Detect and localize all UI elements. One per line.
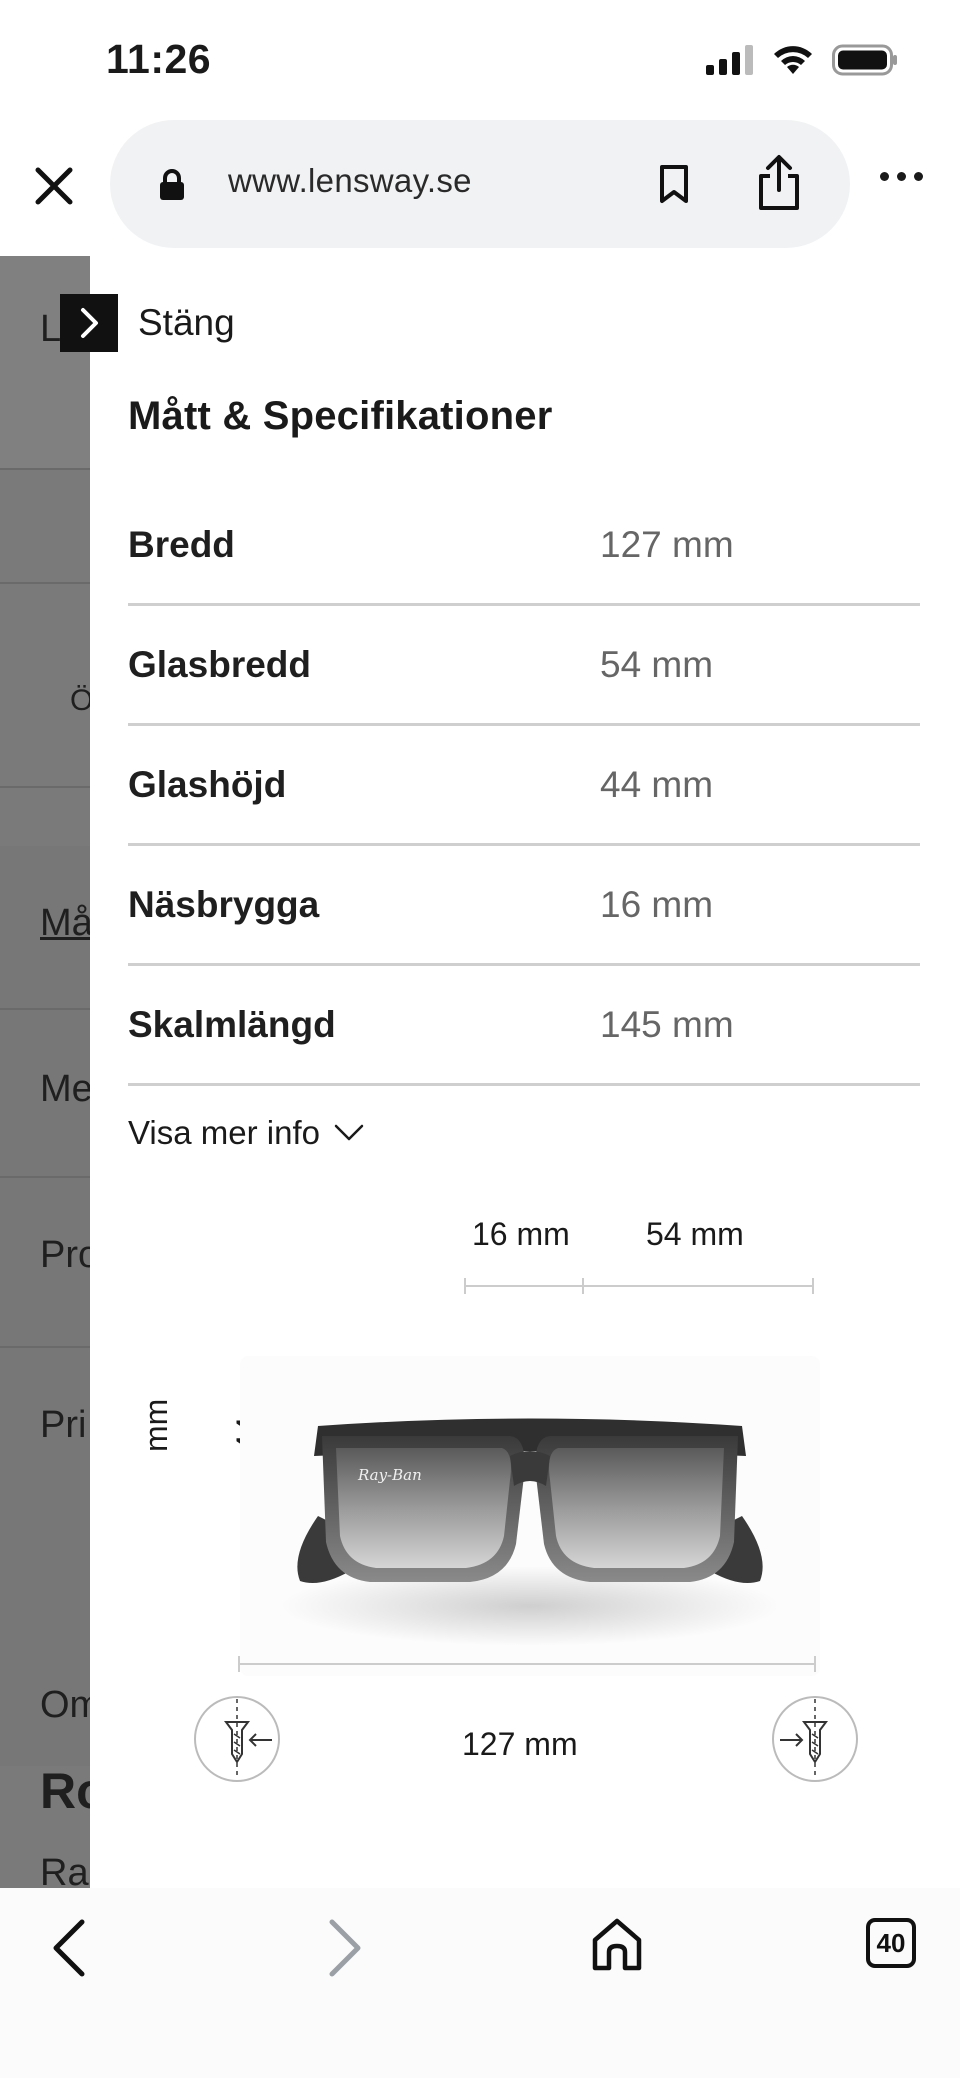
spec-row-lens-width: Glasbredd 54 mm — [128, 606, 920, 726]
spec-value: 16 mm — [600, 884, 714, 925]
page-title: Mått & Specifikationer — [128, 394, 553, 438]
bookmark-icon[interactable] — [658, 164, 690, 204]
overlay-text: Må — [40, 902, 90, 944]
spec-label: Glasbredd — [128, 644, 311, 685]
spec-label: Bredd — [128, 524, 235, 565]
browser-bar: www.lensway.se — [0, 120, 960, 256]
spec-table: Bredd 127 mm Glasbredd 54 mm Glashöjd 44… — [128, 486, 920, 1086]
sunglasses-image: Ray-Ban — [240, 1356, 820, 1676]
overlay-text: Ra — [40, 1852, 89, 1888]
drawer-close-button[interactable] — [60, 294, 118, 352]
status-icons — [706, 44, 898, 76]
bridge-dimension-label: 16 mm — [472, 1216, 570, 1252]
overlay-divider — [0, 468, 90, 470]
show-more-info-button[interactable]: Visa mer info — [128, 1114, 364, 1152]
overlay-divider — [0, 1176, 90, 1178]
show-more-info-label: Visa mer info — [128, 1114, 320, 1151]
overlay-text: Pro — [40, 1234, 90, 1276]
chevron-down-icon — [334, 1124, 364, 1141]
spec-value: 44 mm — [600, 764, 714, 805]
lens-width-dimension-label: 54 mm — [646, 1216, 744, 1252]
total-width-dimension-label: 127 mm — [462, 1726, 578, 1762]
more-icon-dot — [914, 172, 923, 181]
ruler-line — [464, 1285, 814, 1287]
page-overlay[interactable]: L Ö Må Me Pro Pri Om Ro Ra — [0, 256, 90, 1888]
top-ruler — [464, 1278, 814, 1294]
ruler-line — [238, 1663, 816, 1665]
home-icon[interactable] — [590, 1916, 644, 1974]
address-bar[interactable]: www.lensway.se — [110, 120, 850, 248]
chevron-right-icon — [81, 308, 98, 338]
spec-label: Glashöjd — [128, 764, 287, 805]
ruler-tick — [582, 1278, 584, 1294]
spec-row-temple-length: Skalmlängd 145 mm — [128, 966, 920, 1086]
close-button[interactable] — [30, 162, 78, 210]
overlay-text: Ro — [40, 1763, 90, 1819]
spec-value: 145 mm — [600, 1004, 734, 1045]
ruler-tick — [814, 1656, 816, 1672]
specifications-drawer: Stäng Mått & Specifikationer Bredd 127 m… — [60, 256, 960, 1888]
ruler-tick — [812, 1278, 814, 1294]
overlay-text: Me — [40, 1068, 90, 1110]
ruler-tick — [238, 1656, 240, 1672]
status-time: 11:26 — [106, 36, 212, 82]
overlay-divider — [0, 1346, 90, 1348]
back-icon[interactable] — [48, 1918, 92, 1978]
brand-mark: Ray-Ban — [357, 1466, 422, 1484]
overlay-text: L — [40, 308, 62, 350]
overlay-divider — [0, 786, 90, 788]
hinge-screw-icon — [772, 1696, 858, 1782]
overlay-header-area — [0, 256, 90, 468]
spec-value: 54 mm — [600, 644, 714, 685]
battery-icon — [832, 44, 897, 76]
more-options-button[interactable] — [880, 172, 923, 181]
drawer-close-label[interactable]: Stäng — [138, 302, 235, 344]
spec-row-lens-height: Glashöjd 44 mm — [128, 726, 920, 846]
sunglasses-illustration: Ray-Ban — [280, 1418, 780, 1646]
browser-toolbar: 40 — [0, 1888, 960, 2078]
frame-measurement-diagram: 16 mm 54 mm mm 44 — [90, 1216, 960, 1782]
ruler-tick — [464, 1278, 466, 1294]
spec-value: 127 mm — [600, 524, 734, 565]
more-icon-dot — [897, 172, 906, 181]
overlay-divider — [0, 1008, 90, 1010]
more-icon-dot — [880, 172, 889, 181]
wifi-icon — [774, 46, 812, 74]
overlay-text: Om — [40, 1684, 90, 1726]
spec-label: Skalmlängd — [128, 1004, 336, 1045]
lens-height-unit-label: mm — [138, 1398, 174, 1452]
overlay-text: Ö — [70, 684, 90, 717]
spec-row-width: Bredd 127 mm — [128, 486, 920, 606]
status-bar: 11:26 — [0, 0, 960, 120]
forward-icon[interactable] — [322, 1918, 366, 1978]
bottom-ruler — [238, 1656, 816, 1672]
hinge-screw-icon — [194, 1696, 280, 1782]
spec-row-bridge: Näsbrygga 16 mm — [128, 846, 920, 966]
overlay-divider — [0, 582, 90, 584]
close-icon — [35, 167, 73, 205]
signal-icon — [706, 45, 753, 75]
overlay-text: Pri — [40, 1404, 87, 1446]
share-icon[interactable] — [756, 154, 802, 212]
url-text: www.lensway.se — [228, 162, 472, 199]
lock-icon — [160, 169, 184, 200]
overlay-section — [0, 846, 90, 1766]
spec-label: Näsbrygga — [128, 884, 320, 925]
tabs-button[interactable]: 40 — [866, 1918, 916, 1968]
